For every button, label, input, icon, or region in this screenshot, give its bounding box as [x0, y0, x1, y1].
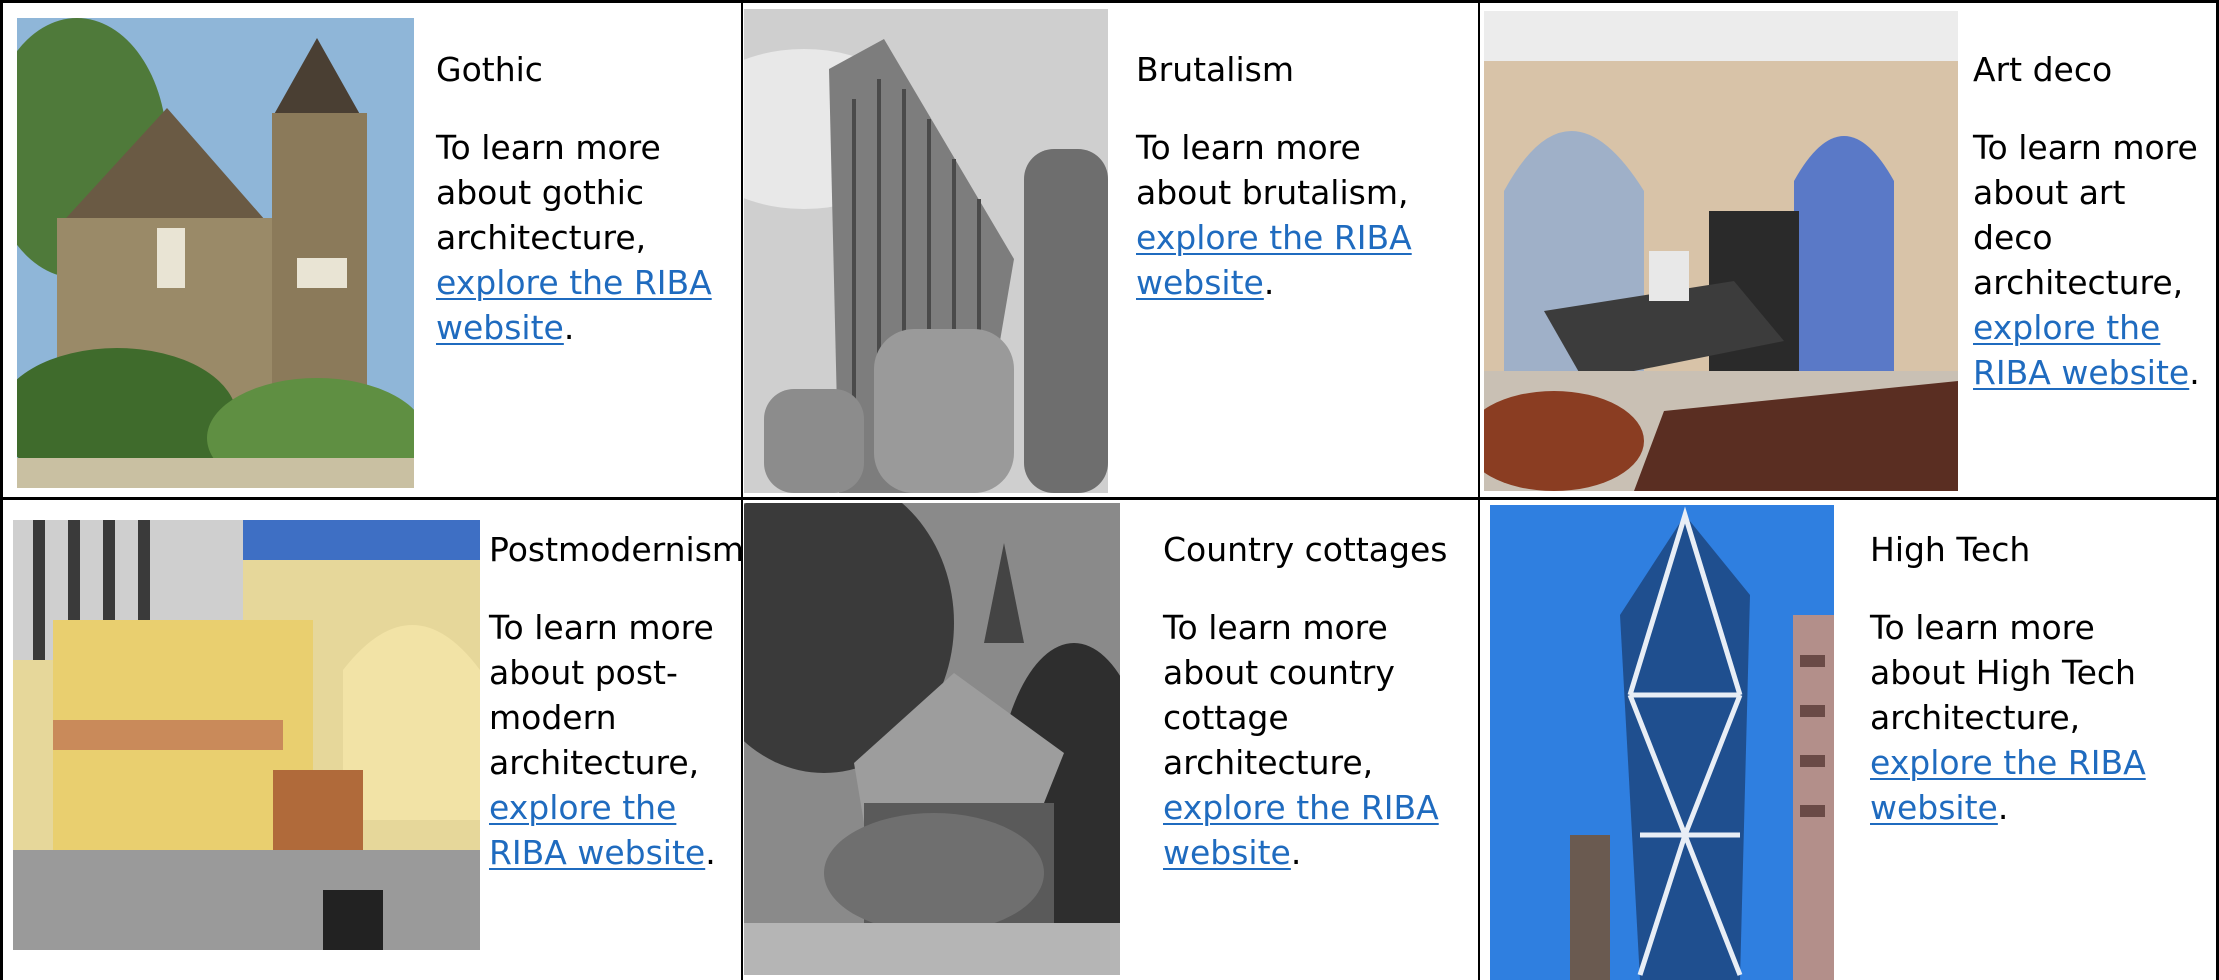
cell-description: To learn more about post-modern architec…: [489, 605, 739, 875]
brutalist-tower-photo: [744, 9, 1108, 493]
description-end: .: [563, 308, 575, 347]
cell-description: To learn more about art deco architectur…: [1973, 125, 2209, 395]
riba-link-postmodernism[interactable]: explore the RIBA website: [489, 788, 705, 872]
description-text: To learn more about High Tech architectu…: [1870, 608, 2136, 737]
cell-brutalism-text: Brutalism To learn more about brutalism,…: [1136, 50, 1466, 305]
cell-title: Brutalism: [1136, 50, 1294, 89]
description-end: .: [705, 833, 716, 872]
cell-title: Gothic: [436, 50, 543, 89]
row-divider: [0, 497, 2219, 500]
description-end: .: [2189, 353, 2200, 392]
cell-description: To learn more about gothic architecture,…: [436, 125, 731, 350]
column-divider: [741, 0, 743, 980]
riba-link-art-deco[interactable]: explore the RIBA website: [1973, 308, 2189, 392]
description-end: .: [1290, 833, 1302, 872]
postmodern-arches-photo: [13, 520, 480, 950]
description-text: To learn more about gothic architecture,: [436, 128, 661, 257]
cell-title: Art deco: [1973, 50, 2113, 89]
cell-description: To learn more about country cottage arch…: [1163, 605, 1463, 875]
gothic-house-photo: [17, 18, 414, 488]
description-end: .: [1263, 263, 1275, 302]
description-text: To learn more about brutalism,: [1136, 128, 1409, 212]
high-tech-glass-tower-photo: [1490, 505, 1834, 980]
art-deco-interior-illustration: [1484, 11, 1958, 491]
cell-gothic-text: Gothic To learn more about gothic archit…: [436, 50, 731, 350]
cell-postmodernism-text: Postmodernism To learn more about post-m…: [489, 530, 745, 875]
description-text: To learn more about country cottage arch…: [1163, 608, 1395, 782]
thatched-cottage-photo: [744, 503, 1120, 975]
cell-description: To learn more about brutalism, explore t…: [1136, 125, 1466, 305]
cell-title: High Tech: [1870, 530, 2031, 569]
cell-country-cottages-text: Country cottages To learn more about cou…: [1163, 530, 1463, 875]
cell-title: Country cottages: [1163, 530, 1448, 569]
cell-title: Postmodernism: [489, 530, 745, 569]
cell-high-tech-text: High Tech To learn more about High Tech …: [1870, 530, 2200, 830]
description-text: To learn more about post-modern architec…: [489, 608, 714, 782]
description-end: .: [1997, 788, 2009, 827]
cell-description: To learn more about High Tech architectu…: [1870, 605, 2200, 830]
description-text: To learn more about art deco architectur…: [1973, 128, 2198, 302]
cell-art-deco-text: Art deco To learn more about art deco ar…: [1973, 50, 2209, 395]
column-divider: [1478, 0, 1480, 980]
